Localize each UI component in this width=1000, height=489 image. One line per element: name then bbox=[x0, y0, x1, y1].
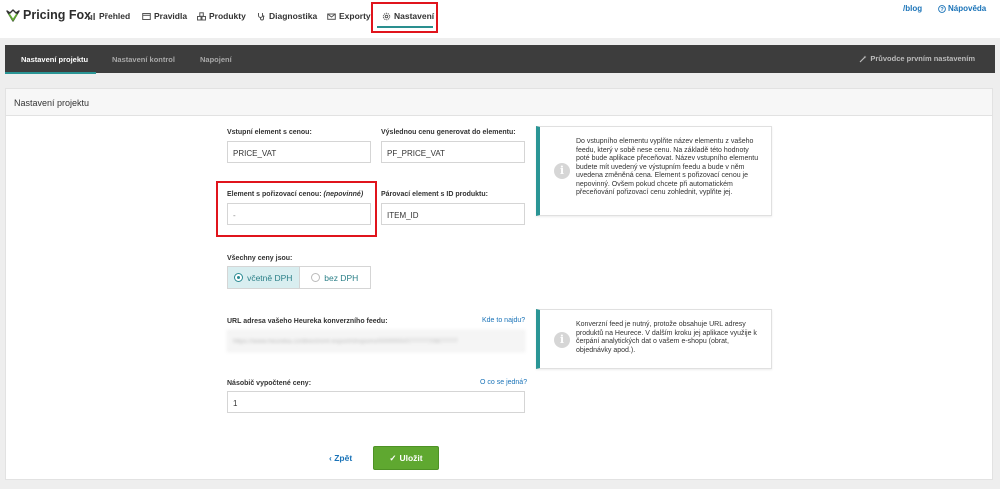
back-button-label: Zpět bbox=[334, 453, 353, 463]
info-icon: i bbox=[554, 163, 570, 179]
setup-wizard-label: Průvodce prvním nastavením bbox=[870, 54, 975, 63]
tab-nastaveni-projektu[interactable]: Nastavení projektu bbox=[21, 55, 88, 64]
multiplier-label: Násobič vypočtené ceny: bbox=[227, 380, 312, 387]
nav-item-prehled[interactable]: Přehled bbox=[87, 11, 130, 21]
multiplier-help-link[interactable]: O co se jedná? bbox=[480, 379, 527, 386]
panel-title: Nastavení projektu bbox=[14, 98, 90, 108]
pairing-element-field[interactable]: ITEM_ID bbox=[381, 203, 525, 225]
nav-item-label: Diagnostika bbox=[269, 11, 318, 21]
input-element-label: Vstupní element s cenou: bbox=[227, 129, 312, 136]
info-text-price: Do vstupního elementu vyplňte název elem… bbox=[576, 138, 759, 196]
nav-item-label: Produkty bbox=[209, 11, 246, 21]
vat-option-with-label: včetně DPH bbox=[247, 272, 293, 283]
tab-nastaveni-kontrol[interactable]: Nastavení kontrol bbox=[112, 55, 175, 64]
info-box-conversion-feed: i Konverzní feed je nutný, protože obsah… bbox=[536, 309, 772, 369]
highlight-box-purchase-element bbox=[216, 181, 377, 237]
chevron-left-icon: ‹ bbox=[329, 453, 332, 463]
tab-napojeni[interactable]: Napojení bbox=[200, 55, 232, 64]
pairing-element-label: Párovací element s ID produktu: bbox=[381, 191, 488, 198]
vat-option-with[interactable]: včetně DPH bbox=[228, 267, 299, 288]
nav-item-label: Exporty bbox=[339, 11, 371, 21]
fox-logo-icon bbox=[6, 9, 20, 22]
window-icon bbox=[142, 12, 151, 20]
help-link-label: Nápověda bbox=[948, 4, 987, 13]
heureka-url-field[interactable]: https://www.heureka.cz/direct/xml-export… bbox=[227, 330, 525, 352]
help-link[interactable]: ? Nápověda bbox=[938, 4, 986, 13]
highlight-box-nastaveni bbox=[371, 2, 438, 33]
nav-item-produkty[interactable]: Produkty bbox=[197, 11, 246, 21]
setup-wizard-link[interactable]: Průvodce prvním nastavením bbox=[859, 54, 975, 63]
info-text-feed: Konverzní feed je nutný, protože obsahuj… bbox=[576, 321, 757, 354]
blog-link[interactable]: /blog bbox=[903, 4, 922, 13]
radio-checked-icon bbox=[234, 273, 244, 282]
magic-wand-icon bbox=[859, 55, 867, 62]
vat-option-without[interactable]: bez DPH bbox=[298, 267, 370, 288]
brand-name: Pricing Fox bbox=[23, 8, 92, 22]
output-element-label: Výslednou cenu generovat do elementu: bbox=[381, 129, 516, 136]
blog-link-label: /blog bbox=[903, 4, 923, 13]
output-element-field[interactable]: PF_PRICE_VAT bbox=[381, 141, 525, 163]
top-navbar: Pricing Fox Přehled Pravidla Produkty Di… bbox=[0, 0, 1000, 38]
brand-logo[interactable]: Pricing Fox bbox=[6, 8, 91, 22]
nav-item-label: Pravidla bbox=[154, 11, 188, 21]
nav-item-diagnostika[interactable]: Diagnostika bbox=[257, 11, 317, 21]
nav-item-label: Přehled bbox=[99, 11, 131, 21]
active-tab-underline bbox=[5, 72, 96, 74]
chart-icon bbox=[88, 12, 95, 20]
input-element-field[interactable]: PRICE_VAT bbox=[227, 141, 371, 163]
save-button[interactable]: ✓ Uložit bbox=[373, 446, 439, 470]
multiplier-field[interactable]: 1 bbox=[227, 391, 525, 413]
question-circle-icon: ? bbox=[938, 4, 946, 13]
heureka-help-link[interactable]: Kde to najdu? bbox=[482, 317, 525, 324]
vat-option-without-label: bez DPH bbox=[324, 272, 359, 283]
info-box-price-elements: i Do vstupního elementu vyplňte název el… bbox=[536, 126, 772, 216]
cubes-icon bbox=[197, 11, 206, 20]
envelope-icon bbox=[327, 13, 336, 20]
stethoscope-icon bbox=[258, 12, 265, 20]
settings-subnav: Nastavení projektu Nastavení kontrol Nap… bbox=[5, 45, 995, 73]
save-button-label: Uložit bbox=[399, 453, 423, 463]
back-button[interactable]: ‹ Zpět bbox=[329, 453, 352, 463]
panel-header: Nastavení projektu bbox=[6, 89, 992, 116]
nav-item-pravidla[interactable]: Pravidla bbox=[142, 11, 187, 21]
prices-label: Všechny ceny jsou: bbox=[227, 255, 293, 262]
radio-unchecked-icon bbox=[311, 273, 321, 282]
check-icon: ✓ bbox=[389, 452, 397, 463]
vat-toggle: včetně DPH bez DPH bbox=[227, 266, 371, 289]
nav-item-exporty[interactable]: Exporty bbox=[327, 11, 371, 21]
heureka-url-label: URL adresa vašeho Heureka konverzního fe… bbox=[227, 318, 388, 325]
info-icon: i bbox=[554, 332, 570, 348]
